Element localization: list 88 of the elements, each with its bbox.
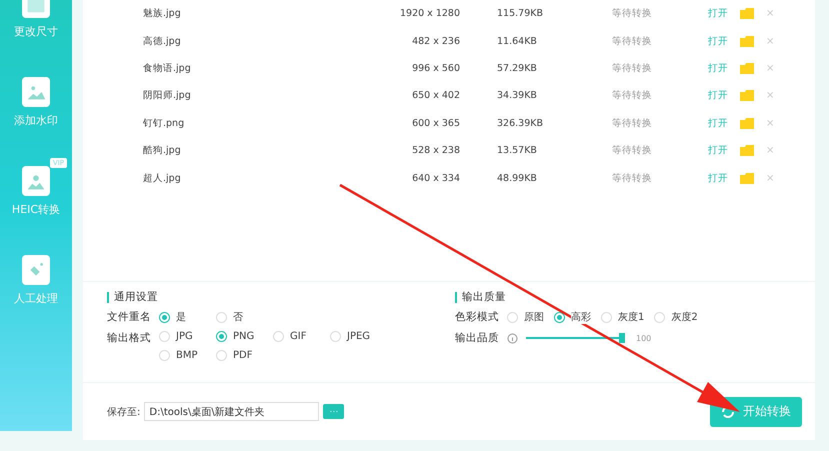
- file-name: 阴阳师.jpg: [143, 89, 192, 102]
- file-name: 钉钉.png: [143, 116, 186, 130]
- open-link[interactable]: 打开: [708, 172, 740, 185]
- radio-button[interactable]: [554, 312, 565, 322]
- image-dimensions: 996 x 560: [411, 62, 460, 74]
- browse-button[interactable]: ···: [323, 404, 344, 419]
- file-name: 食物语.jpg: [143, 62, 192, 75]
- radio-button[interactable]: [159, 331, 170, 342]
- open-link[interactable]: 打开: [708, 144, 740, 158]
- open-link[interactable]: 打开: [708, 7, 740, 20]
- open-link[interactable]: 打开: [708, 89, 740, 102]
- field-label: 色彩模式: [455, 310, 499, 324]
- delete-button[interactable]: ×: [766, 172, 786, 184]
- field-label: 保存至:: [107, 406, 140, 418]
- image-icon: [22, 255, 50, 285]
- info-icon[interactable]: [507, 332, 518, 344]
- radio-button[interactable]: [601, 312, 612, 322]
- slider-thumb[interactable]: [619, 333, 625, 343]
- radio-option[interactable]: JPG: [159, 331, 216, 342]
- image-dimensions: 640 x 334: [411, 172, 460, 184]
- section-title: 输出质量: [455, 292, 815, 303]
- image-dimensions: 1920 x 1280: [398, 8, 460, 20]
- field-label: 输出品质: [455, 331, 499, 345]
- delete-button[interactable]: ×: [766, 62, 786, 74]
- radio-option[interactable]: JPEG: [330, 331, 387, 342]
- section-title: 通用设置: [107, 292, 455, 303]
- sidebar-item[interactable]: 更改尺寸: [3, 0, 69, 39]
- file-size: 57.29KB: [497, 62, 538, 74]
- file-name: 酷狗.jpg: [143, 144, 182, 158]
- radio-option[interactable]: GIF: [273, 331, 330, 342]
- file-size: 13.57KB: [497, 145, 538, 156]
- sidebar-item[interactable]: 添加水印: [3, 69, 69, 128]
- radio-option[interactable]: 否: [216, 310, 273, 324]
- file-name: 高德.jpg: [143, 34, 182, 48]
- folder-icon[interactable]: [740, 145, 754, 156]
- start-button[interactable]: 开始转换: [710, 396, 802, 426]
- radio-button[interactable]: [507, 312, 518, 322]
- file-name: 魅族.jpg: [143, 7, 182, 20]
- conversion-status: 等待转换: [612, 7, 653, 20]
- path-field[interactable]: D:\tools\桌面\新建文件夹: [144, 402, 320, 421]
- radio-button[interactable]: [216, 331, 227, 342]
- file-size: 48.99KB: [497, 172, 538, 184]
- field-label: 输出格式: [107, 331, 151, 345]
- folder-icon[interactable]: [740, 172, 754, 184]
- image-dimensions: 482 x 236: [411, 36, 460, 47]
- radio-option[interactable]: PNG: [216, 331, 273, 342]
- radio-option[interactable]: BMP: [159, 350, 216, 361]
- folder-icon[interactable]: [740, 8, 754, 20]
- sidebar-item[interactable]: 人工处理: [3, 247, 69, 306]
- folder-icon[interactable]: [740, 90, 754, 102]
- open-link[interactable]: 打开: [708, 116, 740, 130]
- radio-button[interactable]: [159, 312, 170, 322]
- file-name: 超人.jpg: [143, 172, 182, 185]
- radio-button[interactable]: [216, 350, 227, 361]
- folder-icon[interactable]: [740, 62, 754, 74]
- delete-button[interactable]: ×: [766, 8, 786, 20]
- radio-button[interactable]: [273, 331, 284, 342]
- folder-icon[interactable]: [740, 118, 754, 129]
- conversion-status: 等待转换: [612, 116, 653, 130]
- image-icon: [22, 166, 50, 196]
- conversion-status: 等待转换: [612, 144, 653, 158]
- radio-button[interactable]: [330, 331, 341, 342]
- open-link[interactable]: 打开: [708, 62, 740, 75]
- radio-button[interactable]: [216, 312, 227, 322]
- file-size: 115.79KB: [497, 8, 544, 20]
- image-icon: [22, 77, 50, 107]
- radio-button[interactable]: [654, 312, 666, 322]
- delete-button[interactable]: ×: [766, 36, 786, 47]
- image-dimensions: 528 x 238: [411, 145, 460, 156]
- radio-button[interactable]: [159, 350, 170, 361]
- delete-button[interactable]: ×: [766, 145, 786, 156]
- file-size: 11.64KB: [497, 36, 538, 47]
- delete-button[interactable]: ×: [766, 118, 786, 129]
- file-size: 326.39KB: [497, 118, 544, 129]
- conversion-status: 等待转换: [612, 34, 653, 48]
- image-dimensions: 600 x 365: [411, 118, 460, 129]
- radio-option[interactable]: PDF: [216, 350, 273, 361]
- conversion-status: 等待转换: [612, 62, 653, 75]
- conversion-status: 等待转换: [612, 172, 653, 185]
- file-size: 34.39KB: [497, 90, 538, 102]
- open-link[interactable]: 打开: [708, 34, 740, 48]
- delete-button[interactable]: ×: [766, 90, 786, 102]
- radio-option[interactable]: 是: [159, 310, 216, 324]
- conversion-status: 等待转换: [612, 89, 653, 102]
- quality-value: 100: [636, 334, 652, 342]
- folder-icon[interactable]: [740, 36, 754, 47]
- image-dimensions: 650 x 402: [411, 90, 460, 102]
- field-label: 文件重名: [107, 310, 151, 324]
